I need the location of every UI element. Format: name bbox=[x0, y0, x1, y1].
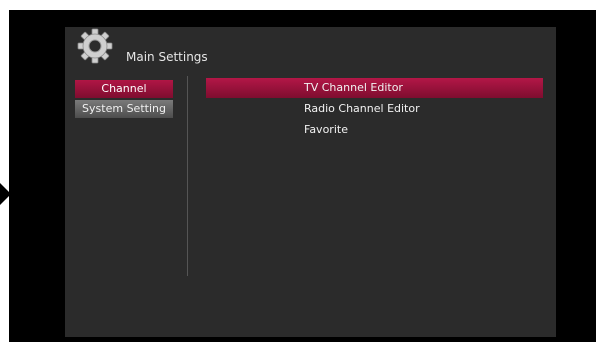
menu-divider bbox=[187, 76, 188, 276]
menu-item-channel[interactable]: Channel bbox=[75, 80, 173, 98]
option-radio-channel-editor[interactable]: Radio Channel Editor bbox=[206, 99, 543, 119]
option-label: Favorite bbox=[304, 123, 348, 136]
left-arrow-indicator-icon bbox=[0, 183, 11, 205]
option-label: Radio Channel Editor bbox=[304, 102, 420, 115]
gear-icon bbox=[77, 28, 113, 64]
option-label: TV Channel Editor bbox=[304, 81, 403, 94]
option-tv-channel-editor[interactable]: TV Channel Editor bbox=[206, 78, 543, 98]
page-title: Main Settings bbox=[126, 50, 208, 64]
settings-panel bbox=[65, 27, 556, 337]
menu-item-system-setting[interactable]: System Setting bbox=[75, 100, 173, 118]
option-favorite[interactable]: Favorite bbox=[206, 120, 543, 140]
